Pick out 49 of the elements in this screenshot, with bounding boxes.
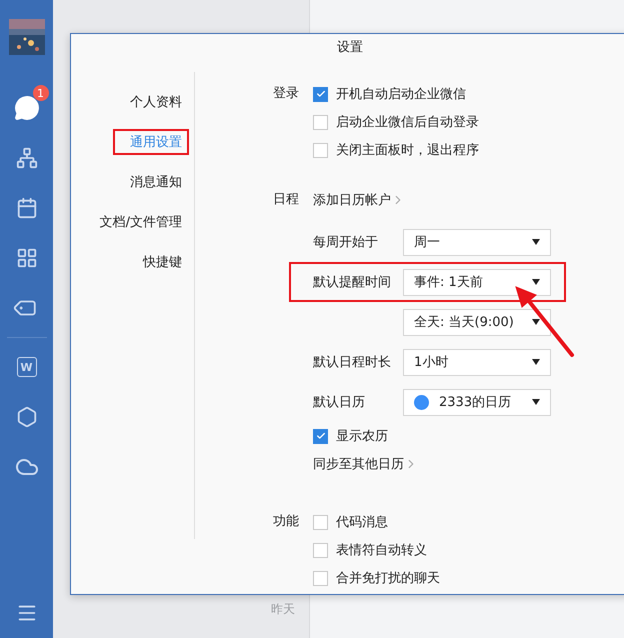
section-label: 登录 (272, 85, 300, 103)
setting-label: 默认日历 (313, 394, 366, 411)
caret-icon (532, 279, 540, 285)
caret-icon (532, 239, 540, 245)
nav-item[interactable]: 消息通知 (130, 162, 182, 202)
calendar-icon[interactable] (16, 197, 38, 219)
dropdown[interactable]: 周一 (403, 228, 551, 256)
check-icon (316, 431, 326, 441)
hexagon-icon[interactable] (16, 406, 38, 428)
checkbox[interactable] (313, 142, 328, 158)
setting-label: 默认提醒时间 (313, 274, 392, 291)
dropdown[interactable]: 1小时 (403, 348, 551, 376)
grid-icon[interactable] (16, 247, 38, 269)
unread-badge: 1 (32, 85, 48, 101)
link[interactable]: 同步至其他日历 (313, 455, 418, 473)
checkbox-label: 合并免打扰的聊天 (336, 570, 440, 587)
message-time: 昨天 (271, 601, 295, 618)
checkbox-label: 代码消息 (336, 514, 388, 531)
dropdown[interactable]: 事件: 1天前 (403, 268, 551, 296)
caret-icon (532, 319, 540, 325)
dropdown[interactable]: 全天: 当天(9:00) (403, 308, 551, 336)
nav-item[interactable]: 个人资料 (130, 82, 182, 122)
caret-icon (532, 399, 540, 405)
caret-icon (532, 359, 540, 365)
checkbox[interactable] (313, 570, 328, 586)
checkbox[interactable] (313, 514, 328, 530)
checkbox-label: 表情符自动转义 (336, 542, 427, 559)
checkbox[interactable] (313, 428, 328, 444)
checkbox[interactable] (313, 114, 328, 130)
checkbox-label: 启动企业微信后自动登录 (336, 114, 479, 131)
check-icon (316, 89, 326, 99)
setting-label: 默认日程时长 (313, 354, 392, 371)
checkbox[interactable] (313, 86, 328, 102)
chat-icon[interactable] (14, 95, 40, 121)
nav-item[interactable]: 通用设置 (106, 122, 196, 162)
link[interactable]: 添加日历帐户 (313, 191, 405, 209)
checkbox[interactable] (313, 542, 328, 558)
dropdown[interactable]: 2333的日历 (403, 388, 551, 416)
nav-item[interactable]: 快捷键 (143, 242, 182, 282)
nav-item[interactable]: 文档/文件管理 (100, 202, 182, 242)
section-label: 日程 (272, 191, 300, 209)
checkbox-label: 显示农历 (336, 428, 388, 445)
dialog-title: 设置 (336, 39, 364, 57)
org-chart-icon[interactable] (16, 147, 38, 169)
document-icon[interactable]: W (16, 357, 36, 377)
section-label: 功能 (272, 513, 300, 531)
setting-label: 每周开始于 (313, 234, 379, 251)
checkbox-label: 开机自动启动企业微信 (336, 86, 466, 103)
checkbox-label: 关闭主面板时，退出程序 (336, 142, 479, 159)
